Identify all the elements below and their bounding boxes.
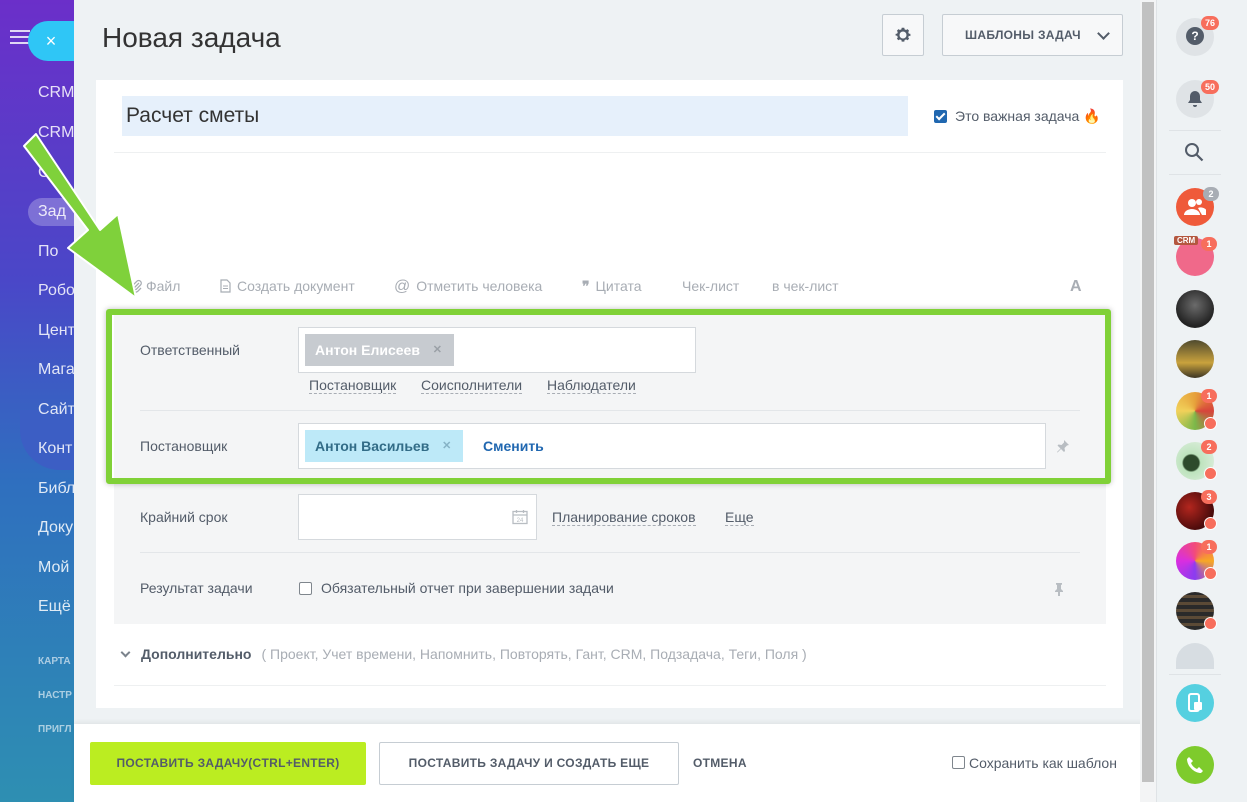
group-indicator-icon [1204,567,1217,580]
result-required-checkbox[interactable] [299,582,312,595]
notifications-count-badge: 50 [1201,80,1220,94]
portal-menu-section[interactable]: ПРИГЛ [38,724,71,735]
create-task-button[interactable]: ПОСТАВИТЬ ЗАДАЧУ(CTRL+ENTER) [90,742,366,785]
users-icon [1184,199,1206,215]
highlight-frame [106,309,1111,484]
devices-button[interactable] [1176,684,1214,722]
group-indicator-icon [1204,517,1217,530]
user-avatar[interactable] [1176,643,1214,669]
additional-items[interactable]: ( Проект, Учет времени, Напомнить, Повто… [261,646,806,662]
deadline-more-link[interactable]: Еще [725,509,754,526]
chat-count-badge: 1 [1201,540,1217,554]
checklist-button[interactable]: Чек-лист [682,278,739,294]
create-task-and-another-button[interactable]: ПОСТАВИТЬ ЗАДАЧУ И СОЗДАТЬ ЕЩЕ [379,742,679,785]
quote-button[interactable]: ❞ Цитата [582,278,642,295]
portal-menu-item[interactable]: Цент [38,322,75,340]
divider [1169,130,1221,131]
settings-button[interactable] [882,14,924,56]
save-template-checkbox[interactable] [952,756,965,769]
chat-count-badge: 2 [1203,187,1219,201]
additional-section-toggle[interactable]: Дополнительно ( Проект, Учет времени, Нап… [120,646,807,662]
important-checkbox[interactable] [934,110,947,123]
mention-button[interactable]: @ Отметить человека [394,278,542,296]
right-panel: ? 76 50 2 CRM 1 1 2 3 1 [1156,0,1247,802]
annotation-arrow-icon [23,133,137,299]
deadline-input[interactable]: 24 [298,494,537,540]
calendar-day: 24 [517,518,524,524]
portal-menu-section[interactable]: КАРТА [38,656,71,667]
create-document-button[interactable]: Создать документ [220,278,355,294]
at-icon: @ [394,278,411,295]
portal-menu-item[interactable]: Мой [38,559,69,577]
divider [1169,174,1221,175]
chat-count-badge: 1 [1201,237,1217,251]
important-label: Это важная задача [955,108,1080,124]
task-title-input[interactable]: Расчет сметы [122,96,908,136]
fire-icon: 🔥 [1083,108,1101,124]
portal-menu-item[interactable]: Доку [38,519,73,537]
document-icon [220,279,231,293]
chevron-down-icon [1097,27,1110,40]
chat-count-badge: 2 [1201,440,1217,454]
save-as-template-toggle[interactable]: Сохранить как шаблон [952,755,1117,771]
group-indicator-icon [1204,417,1217,430]
form-footer: ПОСТАВИТЬ ЗАДАЧУ(CTRL+ENTER) ПОСТАВИТЬ З… [74,724,1156,802]
help-count-badge: 76 [1201,16,1220,30]
divider [1169,674,1221,675]
scrollbar[interactable] [1140,0,1156,802]
chat-count-badge: 3 [1201,490,1217,504]
call-button[interactable] [1176,746,1214,784]
important-task-toggle[interactable]: Это важная задача 🔥 [934,108,1101,125]
divider [114,685,1106,686]
close-slider-button[interactable]: × [28,21,74,61]
task-templates-button[interactable]: ШАБЛОНЫ ЗАДАЧ [942,14,1123,56]
deadline-label: Крайний срок [140,509,228,525]
calendar-icon[interactable]: 24 [512,509,528,525]
cancel-button[interactable]: ОТМЕНА [693,756,747,770]
quote-icon: ❞ [582,278,590,294]
text-format-button[interactable]: A [1070,278,1082,296]
divider [114,152,1106,153]
portal-menu-section[interactable]: НАСТР [38,690,72,701]
result-required-label[interactable]: Обязательный отчет при завершении задачи [321,580,614,596]
templates-label: ШАБЛОНЫ ЗАДАЧ [965,28,1081,42]
menu-burger-icon[interactable] [10,30,30,48]
create-document-label: Создать документ [237,278,355,294]
bell-icon [1188,91,1202,107]
page-title: Новая задача [102,22,281,53]
search-icon[interactable] [1184,142,1204,162]
chevron-down-icon [120,647,131,658]
save-template-label: Сохранить как шаблон [969,755,1117,771]
question-icon: ? [1186,27,1204,45]
phone-call-icon [1187,757,1203,773]
portal-sidebar: CRM CRM Со Зад По Робо Цент Мага Сайт Ко… [0,0,80,802]
screen: CRM CRM Со Зад По Робо Цент Мага Сайт Ко… [0,0,1247,802]
phone-icon [1188,693,1202,712]
gear-icon [895,27,911,42]
chat-count-badge: 1 [1201,389,1217,403]
scrollbar-thumb[interactable] [1142,2,1154,782]
attach-file-label: Файл [146,278,181,294]
group-indicator-icon [1204,617,1217,630]
crm-tag: CRM [1174,236,1199,245]
portal-menu-item[interactable]: Сайт [38,401,75,419]
mention-label: Отметить человека [416,278,543,294]
quote-label: Цитата [595,278,642,294]
additional-heading: Дополнительно [141,646,252,662]
user-avatar[interactable] [1176,290,1214,328]
pin-icon[interactable] [1052,582,1066,596]
portal-menu-item[interactable]: Ещё [38,598,71,616]
divider [140,552,1080,553]
result-label: Результат задачи [140,580,253,596]
portal-menu-item[interactable]: CRM [38,84,74,102]
group-indicator-icon [1204,467,1217,480]
user-avatar[interactable] [1176,340,1214,378]
portal-menu-item[interactable]: Библ [38,480,75,498]
deadline-planning-link[interactable]: Планирование сроков [552,509,696,526]
portal-menu-item[interactable]: Конт [38,440,72,458]
to-checklist-button[interactable]: в чек-лист [772,278,839,294]
portal-menu-item[interactable]: Мага [38,361,75,379]
